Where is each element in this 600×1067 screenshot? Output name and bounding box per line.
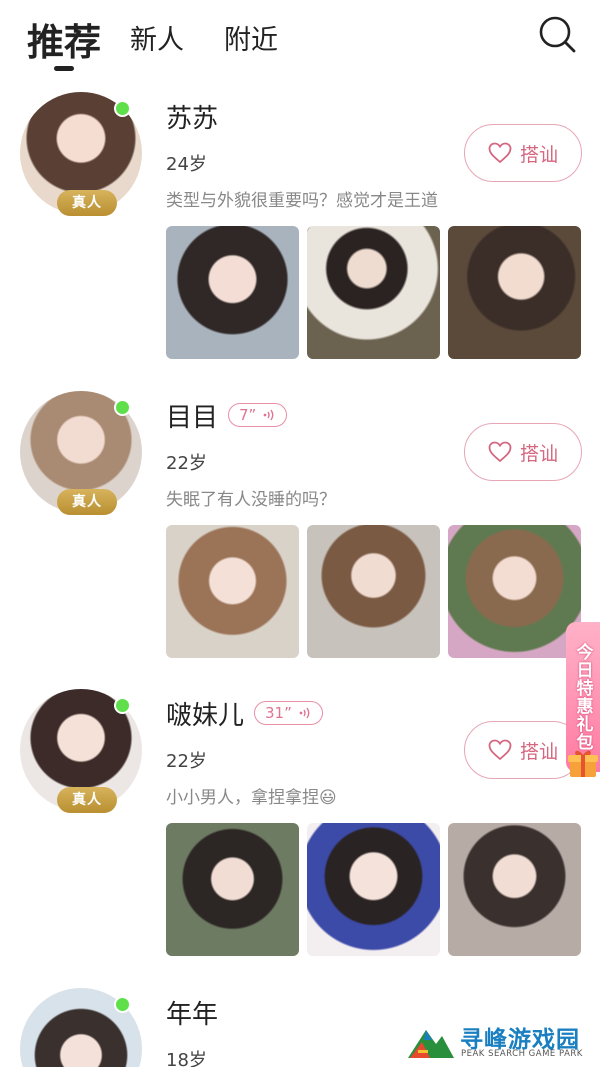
search-icon[interactable] bbox=[537, 14, 577, 54]
online-status-dot bbox=[114, 996, 131, 1013]
photo-row bbox=[166, 823, 582, 957]
verified-real-badge: 真人 bbox=[57, 787, 117, 813]
photo-row bbox=[166, 525, 582, 659]
greet-button[interactable]: 搭讪 bbox=[464, 423, 582, 481]
heart-outline-icon bbox=[488, 739, 512, 761]
avatar[interactable]: 真人 bbox=[20, 391, 142, 515]
peak-logo-icon bbox=[408, 1030, 454, 1058]
greet-button-label: 搭讪 bbox=[519, 143, 558, 166]
user-bio: 类型与外貌很重要吗？感觉才是王道 bbox=[166, 191, 438, 211]
user-name: 年年 bbox=[166, 1000, 219, 1030]
photo-thumbnail[interactable] bbox=[448, 525, 581, 658]
voice-intro-badge[interactable]: 31” bbox=[254, 701, 323, 725]
greet-button[interactable]: 搭讪 bbox=[464, 721, 582, 779]
gift-box-icon[interactable] bbox=[566, 746, 600, 780]
tab-recommend[interactable]: 推荐 bbox=[27, 12, 101, 66]
user-name: 苏苏 bbox=[166, 104, 219, 134]
greet-button[interactable]: 搭讪 bbox=[464, 124, 582, 182]
heart-outline-icon bbox=[488, 142, 512, 164]
photo-thumbnail[interactable] bbox=[448, 226, 581, 359]
photo-thumbnail[interactable] bbox=[166, 823, 299, 956]
photo-thumbnail[interactable] bbox=[307, 823, 440, 956]
user-age: 22岁 bbox=[166, 751, 207, 772]
heart-outline-icon bbox=[488, 441, 512, 463]
tab-new[interactable]: 新人 bbox=[130, 18, 184, 57]
site-watermark: 寻峰游戏园 PEAK SEARCH GAME PARK bbox=[406, 1018, 600, 1067]
user-bio: 小小男人，拿捏拿捏😃 bbox=[166, 788, 337, 808]
voice-duration: 7” bbox=[239, 405, 257, 424]
user-bio: 失眠了有人没睡的吗？ bbox=[166, 490, 336, 510]
photo-row bbox=[166, 226, 582, 360]
avatar[interactable]: 真人 bbox=[20, 92, 142, 216]
photo-thumbnail[interactable] bbox=[307, 525, 440, 658]
user-name: 啵妹儿 bbox=[166, 701, 245, 731]
user-age: 18岁 bbox=[166, 1050, 207, 1067]
user-name: 目目 bbox=[166, 403, 219, 433]
avatar[interactable] bbox=[20, 988, 142, 1067]
photo-thumbnail[interactable] bbox=[166, 525, 299, 658]
photo-thumbnail[interactable] bbox=[448, 823, 581, 956]
photo-thumbnail[interactable] bbox=[307, 226, 440, 359]
online-status-dot bbox=[114, 697, 131, 714]
top-tab-bar: 推荐 新人 附近 bbox=[0, 0, 600, 80]
avatar[interactable]: 真人 bbox=[20, 689, 142, 813]
user-card[interactable]: 真人 苏苏 24岁 类型与外貌很重要吗？感觉才是王道 搭讪 bbox=[0, 92, 600, 392]
user-age: 24岁 bbox=[166, 154, 207, 175]
promo-label: 今日特惠礼包 bbox=[572, 643, 593, 751]
greet-button-label: 搭讪 bbox=[519, 740, 558, 763]
online-status-dot bbox=[114, 100, 131, 117]
voice-wave-icon bbox=[263, 409, 274, 421]
voice-intro-badge[interactable]: 7” bbox=[228, 403, 288, 427]
user-age: 22岁 bbox=[166, 453, 207, 474]
user-card[interactable]: 真人 啵妹儿 31” 22岁 小小男人，拿捏拿捏😃 搭讪 bbox=[0, 689, 600, 989]
verified-real-badge: 真人 bbox=[57, 190, 117, 216]
tab-nearby[interactable]: 附近 bbox=[224, 18, 278, 57]
user-card[interactable]: 真人 目目 7” 22岁 失眠了有人没睡的吗？ 搭讪 bbox=[0, 391, 600, 691]
greet-button-label: 搭讪 bbox=[519, 442, 558, 465]
watermark-subtitle: PEAK SEARCH GAME PARK bbox=[461, 1049, 583, 1059]
active-tab-indicator bbox=[54, 66, 74, 71]
verified-real-badge: 真人 bbox=[57, 489, 117, 515]
photo-thumbnail[interactable] bbox=[166, 226, 299, 359]
voice-duration: 31” bbox=[265, 703, 292, 722]
online-status-dot bbox=[114, 399, 131, 416]
voice-wave-icon bbox=[299, 707, 310, 719]
